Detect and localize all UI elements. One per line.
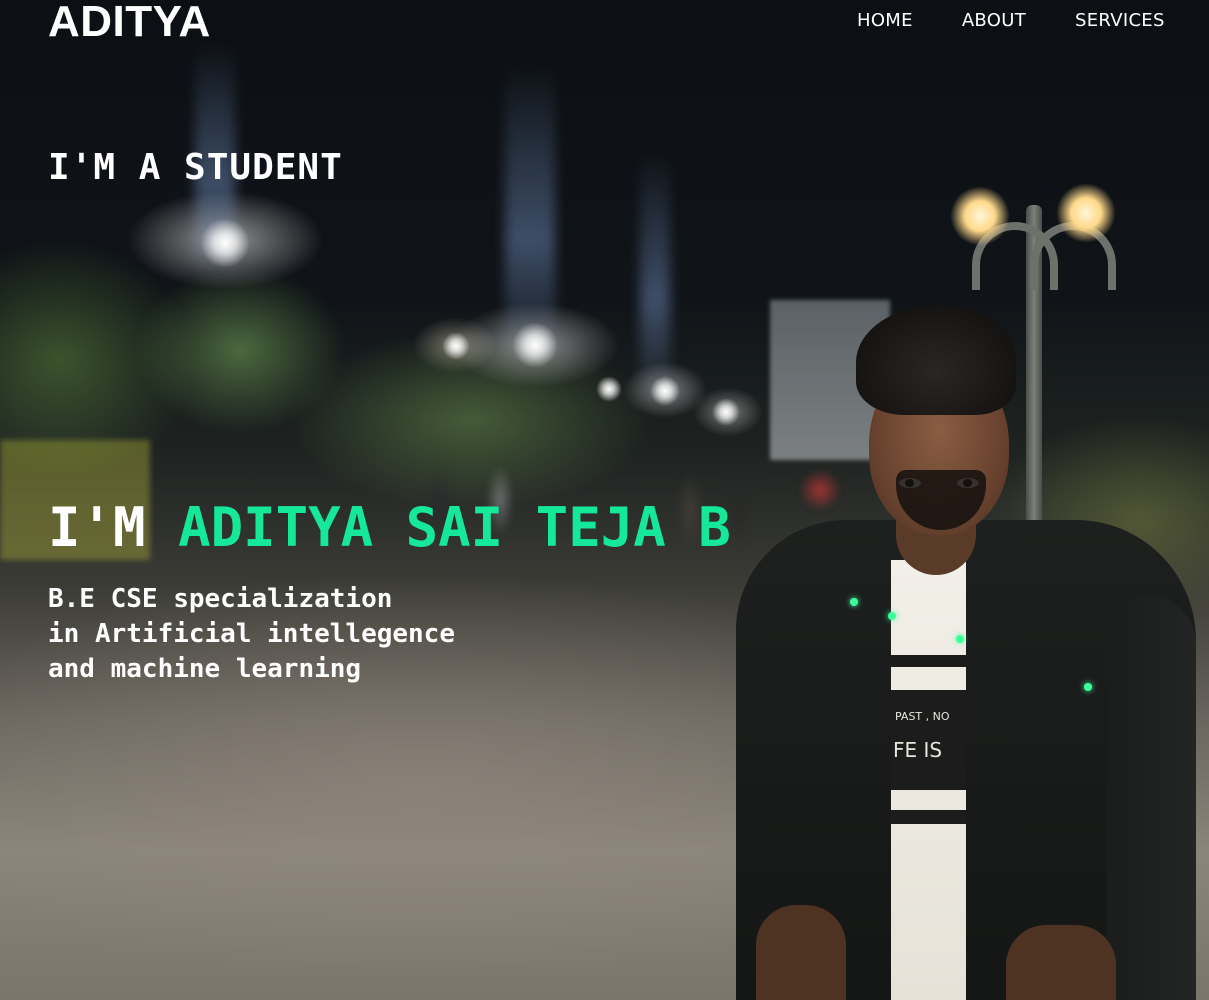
hero-headline: I'M ADITYA SAI TEJA B (48, 498, 731, 558)
nav-links: HOME ABOUT SERVICES N (857, 10, 1209, 31)
street-light (596, 376, 622, 402)
left-hand (756, 905, 846, 1000)
right-hand (1006, 925, 1116, 1000)
tshirt-stripe (891, 655, 966, 667)
nav-link-home[interactable]: HOME (857, 10, 913, 31)
nav-link-services[interactable]: SERVICES (1075, 10, 1165, 31)
lamp-light (950, 186, 1010, 246)
hero-section: PAST , NO FE IS ADITYA HOME ABOUT SERVIC… (0, 0, 1209, 1000)
headline-prefix: I'M (48, 496, 146, 559)
shirt-text-line: FE IS (893, 738, 943, 762)
nav-link-about[interactable]: ABOUT (962, 10, 1026, 31)
green-dot (888, 612, 896, 620)
light-beam (640, 150, 670, 400)
street-light (442, 332, 470, 360)
tshirt-stripe (891, 810, 966, 824)
hero-description: B.E CSE specialization in Artificial int… (48, 582, 455, 687)
description-line: B.E CSE specialization (48, 584, 393, 614)
green-dot (850, 598, 858, 606)
shirt-text-line: PAST , NO (895, 710, 950, 723)
right-arm (1106, 595, 1196, 1000)
light-beam (505, 60, 555, 360)
tshirt: PAST , NO FE IS (891, 560, 966, 1000)
hair (856, 305, 1016, 415)
street-light (200, 218, 250, 268)
description-line: and machine learning (48, 654, 362, 684)
green-dot (956, 635, 964, 643)
headline-name: ADITYA SAI TEJA B (178, 496, 731, 559)
green-dot (1084, 683, 1092, 691)
description-line: in Artificial intellegence (48, 619, 455, 649)
hero-person-photo: PAST , NO FE IS (736, 305, 1196, 1000)
street-light (512, 322, 558, 368)
lamp-light (1056, 183, 1116, 243)
navbar: ADITYA HOME ABOUT SERVICES N (0, 0, 1209, 48)
hero-subtitle: I'M A STUDENT (48, 147, 343, 188)
street-light (650, 376, 680, 406)
site-logo[interactable]: ADITYA (48, 0, 211, 44)
